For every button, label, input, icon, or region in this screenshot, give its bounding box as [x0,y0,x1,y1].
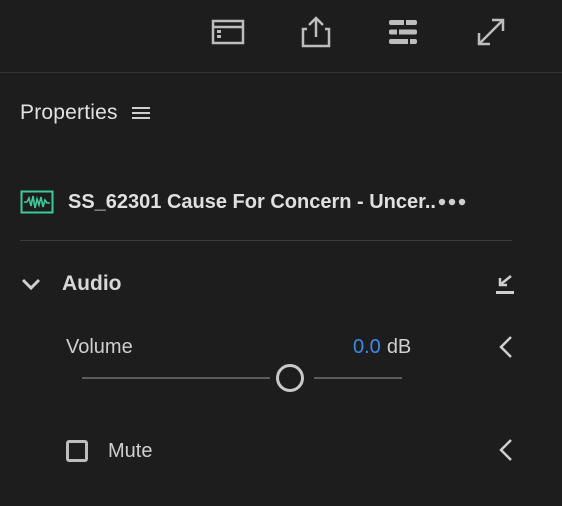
slider-track-right [314,377,402,379]
sliders-button[interactable] [381,10,425,54]
volume-value: 0.0 dB [353,336,411,359]
audio-section-header[interactable]: Audio [20,268,520,300]
clip-name: SS_62301 Cause For Concern - Uncer.. [68,190,436,213]
slider-thumb[interactable] [276,364,304,392]
sliders-icon [389,19,417,45]
mute-row: Mute [66,436,152,466]
volume-number[interactable]: 0.0 [353,336,381,358]
volume-slider[interactable] [82,362,402,392]
hamburger-menu-icon[interactable] [131,105,150,121]
reset-parameter-icon[interactable] [494,272,516,296]
panel-header: Properties [20,98,150,128]
volume-label: Volume [66,336,133,358]
panel-layout-icon [211,19,245,45]
export-share-button[interactable] [294,10,338,54]
fullscreen-expand-icon [477,18,505,46]
fullscreen-button[interactable] [469,10,513,54]
panel-layout-button[interactable] [206,10,250,54]
more-options-icon[interactable] [438,197,468,207]
panel-title: Properties [20,101,118,124]
clip-row: SS_62301 Cause For Concern - Uncer.. [20,184,520,220]
keyframe-navigator-icon[interactable] [497,436,515,464]
audio-waveform-icon [20,190,54,214]
chevron-down-icon[interactable] [20,273,42,295]
slider-track-left [82,377,270,379]
top-toolbar [0,0,562,73]
mute-checkbox[interactable] [66,440,88,462]
volume-unit: dB [386,336,412,358]
divider [20,240,512,241]
export-share-icon [301,16,331,48]
keyframe-navigator-icon[interactable] [497,333,515,361]
audio-section-title: Audio [62,272,122,295]
mute-label: Mute [108,439,153,462]
